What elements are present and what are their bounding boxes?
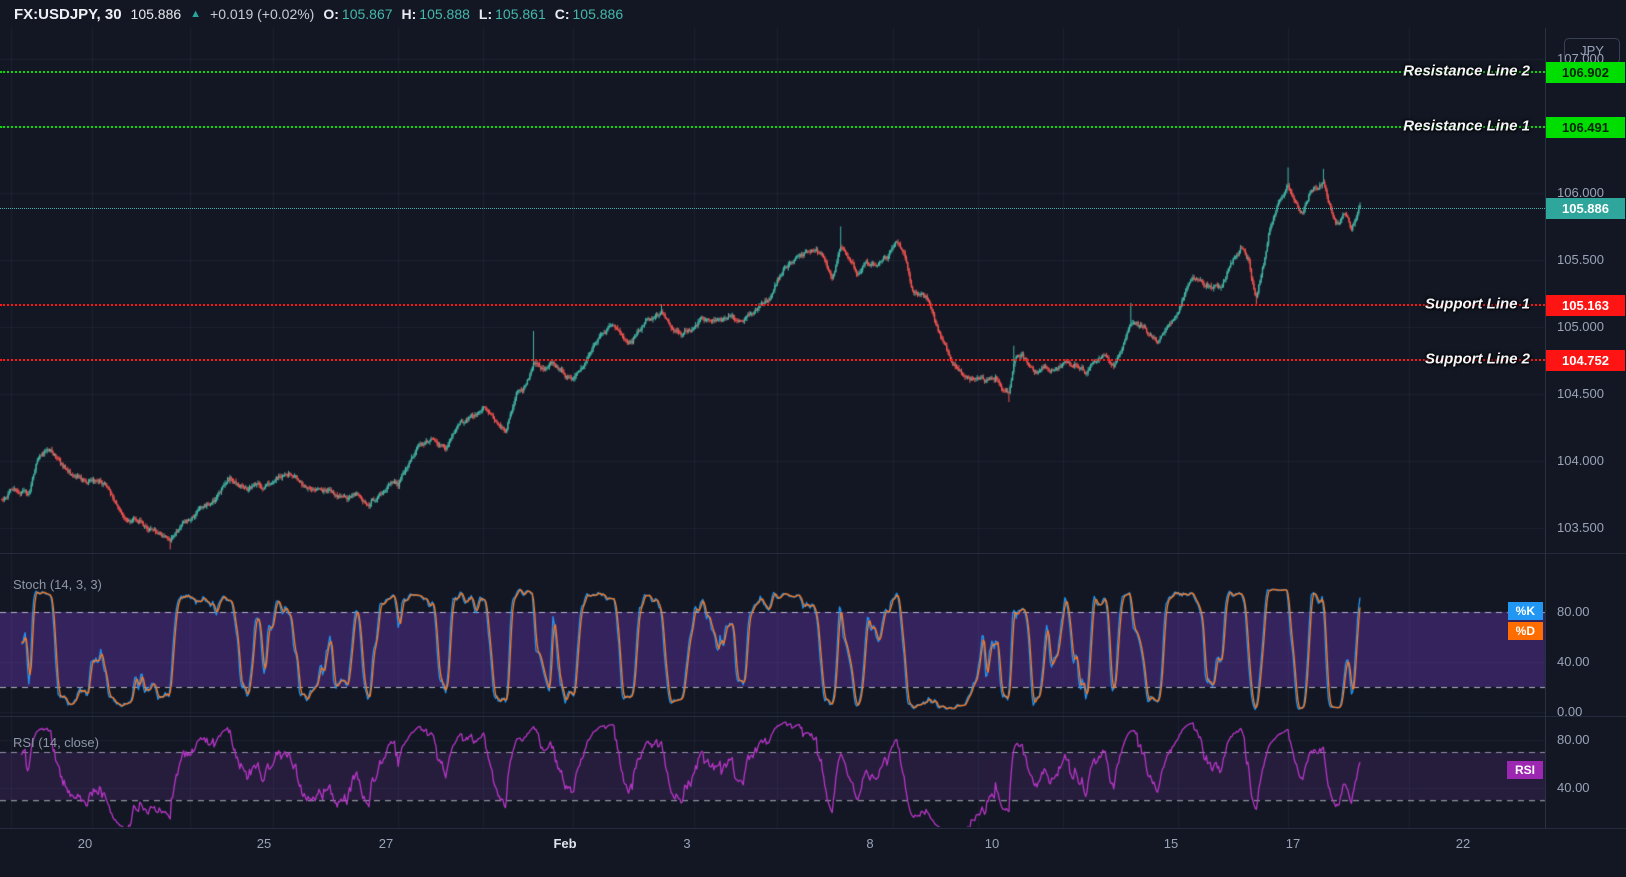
last-price-value: 105.886 — [130, 6, 182, 22]
support-2-label: Support Line 2 — [1425, 350, 1530, 368]
ohlc-close: C: 105.886 — [554, 6, 624, 22]
rsi-badge: RSI — [1506, 761, 1543, 779]
resistance-2-label: Resistance Line 2 — [1403, 62, 1530, 80]
trading-chart-app: FX:USDJPY, 30 105.886 ▲ +0.019 (+0.02%) … — [0, 0, 1626, 877]
price-up-arrow-icon: ▲ — [190, 8, 202, 20]
stoch-indicator-title[interactable]: Stoch (14, 3, 3) — [13, 577, 102, 592]
support-1-line[interactable] — [0, 304, 1545, 307]
price-scale-area[interactable] — [1546, 28, 1626, 828]
resistance-2-line[interactable] — [0, 71, 1545, 74]
rsi-indicator-title[interactable]: RSI (14, close) — [13, 735, 99, 750]
stoch-d-badge: %D — [1507, 622, 1543, 640]
ohlc-open: O: 105.867 — [323, 6, 393, 22]
symbol-title[interactable]: FX:USDJPY, 30 — [14, 6, 122, 23]
resistance-1-label: Resistance Line 1 — [1403, 117, 1530, 135]
last-price-line — [0, 208, 1545, 210]
resistance-1-line[interactable] — [0, 126, 1545, 129]
symbol-info-bar: FX:USDJPY, 30 105.886 ▲ +0.019 (+0.02%) … — [0, 0, 1626, 28]
price-chart-canvas[interactable] — [0, 0, 1626, 877]
pane-separator-rsi[interactable] — [0, 716, 1626, 717]
support-2-line[interactable] — [0, 359, 1545, 362]
time-scale-area[interactable] — [0, 829, 1545, 877]
ohlc-high: H: 105.888 — [401, 6, 470, 22]
ohlc-low: L: 105.861 — [478, 6, 546, 22]
support-1-label: Support Line 1 — [1425, 295, 1530, 313]
price-change: +0.019 (+0.02%) — [210, 6, 315, 22]
stoch-k-badge: %K — [1507, 602, 1543, 620]
pane-separator-stoch[interactable] — [0, 553, 1626, 554]
